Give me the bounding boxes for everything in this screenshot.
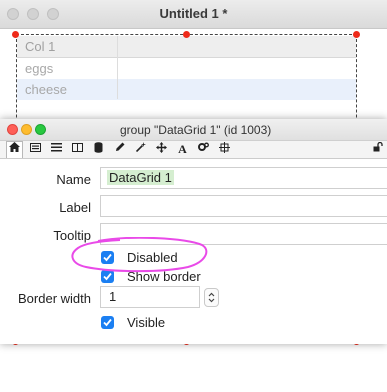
border-width-label: Border width (18, 291, 91, 306)
inspector-toolbar: A (0, 141, 387, 159)
title-bar: Untitled 1 * (0, 0, 387, 29)
visible-label[interactable]: Visible (127, 315, 165, 330)
visible-checkbox[interactable] (101, 316, 114, 329)
list-icon[interactable] (48, 142, 65, 157)
move-icon[interactable] (153, 142, 170, 157)
label-field[interactable] (100, 195, 387, 217)
minimize-inspector-button[interactable] (21, 124, 32, 135)
resize-handle-top-center[interactable] (183, 31, 190, 38)
name-field[interactable]: DataGrid 1 (100, 167, 387, 189)
inspector-title: group "DataGrid 1" (id 1003) (120, 123, 272, 137)
annotation-circle (71, 237, 208, 273)
card-icon[interactable] (27, 142, 44, 157)
text-icon[interactable]: A (174, 142, 191, 157)
database-icon[interactable] (90, 142, 107, 157)
gears-icon[interactable] (195, 142, 212, 157)
resize-handle-top-left[interactable] (12, 31, 19, 38)
close-inspector-button[interactable] (7, 124, 18, 135)
magic-wand-icon[interactable] (132, 142, 149, 157)
resize-handle-top-right[interactable] (353, 31, 360, 38)
window-title: Untitled 1 * (159, 6, 228, 21)
house-icon[interactable] (6, 141, 23, 158)
label-label: Label (59, 200, 91, 215)
position-icon[interactable] (216, 142, 233, 157)
lock-icon[interactable] (370, 141, 387, 157)
inspector-title-bar[interactable]: group "DataGrid 1" (id 1003) (0, 119, 387, 141)
chevron-up-icon (208, 292, 215, 297)
border-width-stepper[interactable] (204, 288, 219, 307)
pencil-icon[interactable] (111, 142, 128, 157)
name-value: DataGrid 1 (107, 170, 174, 185)
columns-icon[interactable] (69, 142, 86, 157)
border-width-field[interactable]: 1 (100, 286, 200, 308)
chevron-down-icon (208, 298, 215, 303)
zoom-inspector-button[interactable] (35, 124, 46, 135)
name-label: Name (56, 172, 91, 187)
